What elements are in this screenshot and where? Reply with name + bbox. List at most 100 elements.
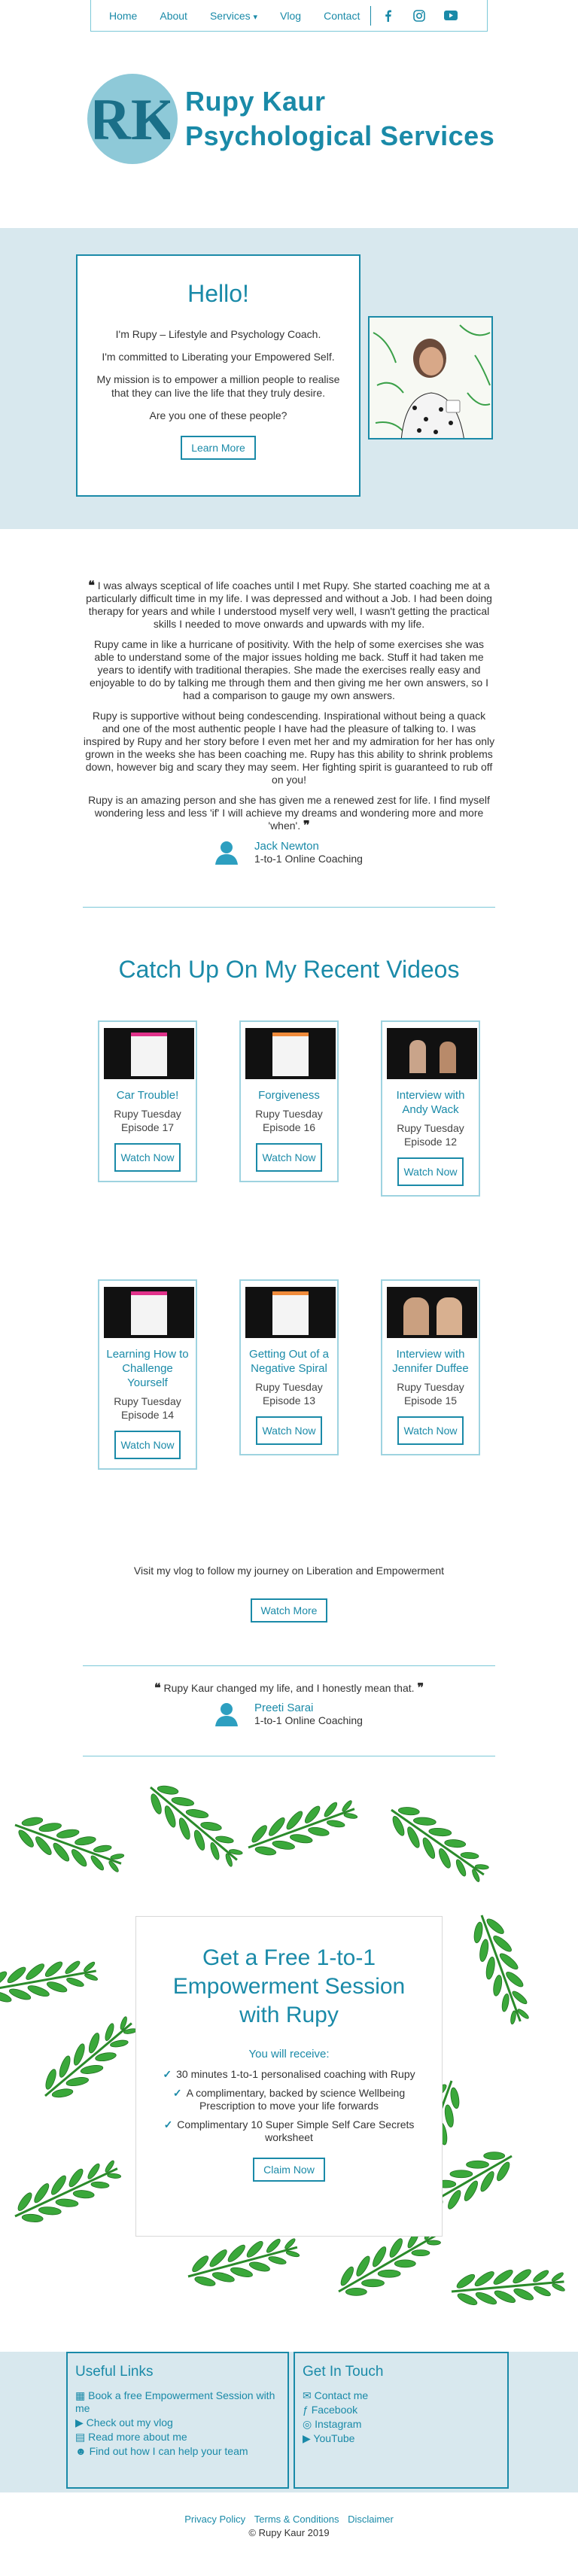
nav-contact[interactable]: Contact xyxy=(324,10,360,22)
hello-commitment: I'm committed to Liberating your Empower… xyxy=(102,351,335,363)
video-title[interactable]: Getting Out of a Negative Spiral xyxy=(245,1347,333,1376)
contact-link[interactable]: ✉ Contact me xyxy=(303,2389,500,2402)
watch-now-button[interactable]: Watch Now xyxy=(114,1143,181,1172)
video-thumbnail[interactable] xyxy=(104,1028,194,1079)
video-thumbnail[interactable] xyxy=(245,1028,336,1079)
quote-open-icon: ❝ xyxy=(154,1682,161,1695)
testimonial-p1: I was always sceptical of life coaches u… xyxy=(86,579,492,630)
claim-now-button[interactable]: Claim Now xyxy=(253,2158,325,2182)
testimonial-jack: ❝ I was always sceptical of life coaches… xyxy=(83,579,495,865)
top-nav: Home About Services ▾ Vlog Contact xyxy=(90,0,488,32)
cta-title: Get a Free 1-to-1 Empowerment Session wi… xyxy=(172,1945,406,2027)
play-icon: ▶ xyxy=(75,2416,84,2428)
nav-services[interactable]: Services ▾ xyxy=(210,10,257,22)
nav-divider xyxy=(370,5,372,26)
link-text: Book a free Empowerment Session with me xyxy=(75,2389,275,2414)
video-card: Getting Out of a Negative Spiral Rupy Tu… xyxy=(239,1279,339,1455)
instagram-icon[interactable] xyxy=(412,8,427,23)
cta-benefit-text: A complimentary, backed by science Wellb… xyxy=(186,2087,406,2112)
check-icon: ✓ xyxy=(172,2087,182,2099)
disclaimer-link[interactable]: Disclaimer xyxy=(348,2514,394,2525)
video-title[interactable]: Car Trouble! xyxy=(104,1088,191,1102)
legal-footer: Privacy Policy Terms & Conditions Discla… xyxy=(0,2514,578,2538)
about-link[interactable]: ▤ Read more about me xyxy=(75,2431,280,2444)
instagram-icon: ◎ xyxy=(303,2418,312,2430)
cta-benefit-text: 30 minutes 1-to-1 personalised coaching … xyxy=(176,2068,415,2080)
copyright: © Rupy Kaur 2019 xyxy=(248,2527,330,2538)
youtube-icon[interactable] xyxy=(443,8,458,23)
video-card: Learning How to Challenge Yourself Rupy … xyxy=(98,1279,197,1470)
video-thumbnail[interactable] xyxy=(387,1028,477,1079)
user-icon xyxy=(215,1702,238,1726)
author-name: Jack Newton xyxy=(254,840,319,853)
video-card: Interview with Jennifer Duffee Rupy Tues… xyxy=(381,1279,480,1455)
author-role: 1-to-1 Online Coaching xyxy=(254,1714,363,1726)
chevron-down-icon: ▾ xyxy=(253,12,258,22)
video-subtitle: Rupy Tuesday Episode 14 xyxy=(114,1395,181,1421)
link-text: Contact me xyxy=(314,2389,369,2401)
nav-vlog[interactable]: Vlog xyxy=(280,10,301,22)
youtube-link[interactable]: ▶ YouTube xyxy=(303,2432,500,2445)
watch-more-button[interactable]: Watch More xyxy=(250,1598,328,1623)
terms-link[interactable]: Terms & Conditions xyxy=(254,2514,339,2525)
video-title[interactable]: Forgiveness xyxy=(245,1088,333,1102)
link-text: Check out my vlog xyxy=(86,2416,173,2428)
video-title[interactable]: Learning How to Challenge Yourself xyxy=(104,1347,191,1390)
useful-links: Useful Links ▦ Book a free Empowerment S… xyxy=(66,2352,289,2489)
calendar-icon: ▦ xyxy=(75,2389,86,2401)
divider xyxy=(83,1665,495,1666)
instagram-link[interactable]: ◎ Instagram xyxy=(303,2418,500,2431)
youtube-icon: ▶ xyxy=(303,2432,311,2444)
video-thumbnail[interactable] xyxy=(104,1287,194,1338)
watch-now-button[interactable]: Watch Now xyxy=(397,1157,464,1186)
cta-benefit: ✓ 30 minutes 1-to-1 personalised coaching… xyxy=(151,2068,427,2081)
video-thumbnail[interactable] xyxy=(245,1287,336,1338)
testimonial-p2: Rupy came in like a hurricane of positiv… xyxy=(90,638,488,701)
video-title[interactable]: Interview with Jennifer Duffee xyxy=(387,1347,474,1376)
privacy-policy-link[interactable]: Privacy Policy xyxy=(184,2514,245,2525)
cta-receive-label: You will receive: xyxy=(248,2048,330,2060)
testimonial-author: Jack Newton 1-to-1 Online Coaching xyxy=(83,840,495,865)
cta-benefit: ✓ Complimentary 10 Super Simple Self Care… xyxy=(151,2118,427,2144)
video-title[interactable]: Interview with Andy Wack xyxy=(387,1088,474,1117)
video-subtitle: Rupy Tuesday Episode 12 xyxy=(397,1122,464,1148)
watch-now-button[interactable]: Watch Now xyxy=(256,1416,322,1445)
watch-now-button[interactable]: Watch Now xyxy=(114,1431,181,1459)
get-in-touch-title: Get In Touch xyxy=(303,2364,384,2380)
testimonial-preeti: ❝ Rupy Kaur changed my life, and I hones… xyxy=(83,1680,495,1726)
cta-benefit: ✓ A complimentary, backed by science Well… xyxy=(151,2087,427,2112)
check-icon: ✓ xyxy=(163,2118,173,2130)
video-subtitle: Rupy Tuesday Episode 15 xyxy=(397,1381,464,1407)
team-link[interactable]: ☻ Find out how I can help your team xyxy=(75,2445,280,2458)
nav-about[interactable]: About xyxy=(160,10,187,22)
book-session-link[interactable]: ▦ Book a free Empowerment Session with m… xyxy=(75,2389,280,2415)
hello-card: Hello! I'm Rupy – Lifestyle and Psycholo… xyxy=(76,254,360,497)
author-name: Preeti Sarai xyxy=(254,1702,314,1714)
book-icon: ▤ xyxy=(75,2431,86,2443)
testimonial-p4: Rupy is an amazing person and she has gi… xyxy=(88,794,490,832)
watch-now-button[interactable]: Watch Now xyxy=(256,1143,322,1172)
hello-intro: I'm Rupy – Lifestyle and Psychology Coac… xyxy=(115,328,321,340)
watch-now-button[interactable]: Watch Now xyxy=(397,1416,464,1445)
learn-more-button[interactable]: Learn More xyxy=(181,436,256,460)
link-text: Facebook xyxy=(311,2404,358,2416)
facebook-icon[interactable] xyxy=(380,8,395,23)
facebook-icon: ƒ xyxy=(303,2404,309,2416)
envelope-icon: ✉ xyxy=(303,2389,312,2401)
vlog-link[interactable]: ▶ Check out my vlog xyxy=(75,2416,280,2429)
link-text: YouTube xyxy=(313,2432,355,2444)
video-card: Car Trouble! Rupy Tuesday Episode 17 Wat… xyxy=(98,1020,197,1182)
nav-home[interactable]: Home xyxy=(109,10,137,22)
users-icon: ☻ xyxy=(75,2445,87,2457)
facebook-link[interactable]: ƒ Facebook xyxy=(303,2404,500,2416)
video-subtitle: Rupy Tuesday Episode 17 xyxy=(114,1108,181,1133)
useful-links-title: Useful Links xyxy=(75,2364,154,2380)
divider xyxy=(83,907,495,908)
videos-title: Catch Up On My Recent Videos xyxy=(118,956,460,983)
cta-benefit-text: Complimentary 10 Super Simple Self Care … xyxy=(177,2118,415,2143)
brand-logo[interactable]: RK Rupy Kaur Psychological Services xyxy=(87,74,494,164)
video-thumbnail[interactable] xyxy=(387,1287,477,1338)
hello-title: Hello! xyxy=(187,280,249,307)
testimonial-author: Preeti Sarai 1-to-1 Online Coaching xyxy=(83,1702,495,1726)
link-text: Instagram xyxy=(315,2418,362,2430)
